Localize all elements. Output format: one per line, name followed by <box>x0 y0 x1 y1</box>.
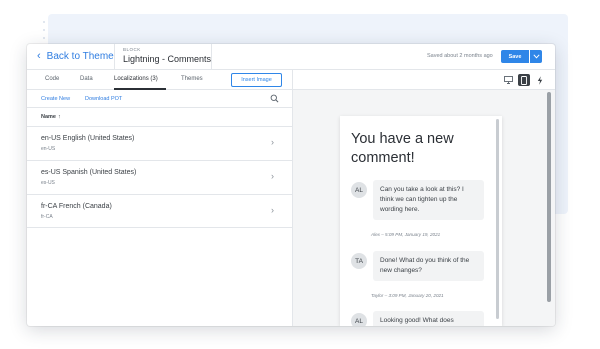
back-label: Back to Theme <box>46 50 114 62</box>
preview-scrollbar[interactable] <box>547 92 551 302</box>
tab-themes[interactable]: Themes <box>181 76 203 82</box>
insert-image-button[interactable]: Insert Image <box>231 73 282 87</box>
avatar: AL <box>351 182 367 198</box>
name-column-header[interactable]: Name ↑ <box>41 114 61 120</box>
localization-name: en-US English (United States) <box>41 135 135 142</box>
desktop-view-button[interactable] <box>502 74 514 86</box>
avatar: TA <box>351 253 367 269</box>
phone-icon <box>521 75 527 85</box>
localization-code: fr-CA <box>41 214 53 220</box>
comment-bubble: Done! What do you think of the new chang… <box>373 251 484 281</box>
list-item[interactable]: fr-CA French (Canada) fr-CA › <box>27 194 293 228</box>
saved-status: Saved about 2 months ago <box>427 53 493 59</box>
lightning-icon <box>537 75 543 85</box>
save-options-button[interactable] <box>530 50 542 63</box>
tab-code[interactable]: Code <box>45 76 59 82</box>
tab-bar: Code Data Localizations (3) Themes Inser… <box>27 70 293 90</box>
divider <box>211 44 212 70</box>
device-toolbar <box>293 70 555 90</box>
preview-panel: You have a new comment! AL Can you take … <box>293 70 555 326</box>
chevron-left-icon: ‹ <box>37 50 41 62</box>
column-header-label: Name <box>41 114 56 120</box>
page-title: Lightning - Comments <box>123 54 212 64</box>
left-panel: Code Data Localizations (3) Themes Inser… <box>27 70 297 326</box>
comment-bubble: Can you take a look at this? I think we … <box>373 180 484 220</box>
tab-data[interactable]: Data <box>80 76 93 82</box>
create-new-link[interactable]: Create New <box>41 96 70 102</box>
list-actions: Create New Download POT <box>27 90 293 108</box>
monitor-icon <box>503 76 513 84</box>
card-scrollbar[interactable] <box>496 119 499 319</box>
chevron-right-icon: › <box>271 205 274 215</box>
search-icon[interactable] <box>270 94 279 103</box>
block-eyebrow: BLOCK <box>123 47 141 52</box>
back-to-theme-link[interactable]: ‹ Back to Theme <box>37 50 114 62</box>
localization-list: en-US English (United States) en-US › es… <box>27 126 293 228</box>
sort-ascending-icon: ↑ <box>57 114 61 120</box>
editor-window: ‹ Back to Theme BLOCK Lightning - Commen… <box>27 44 555 326</box>
preview-heading: You have a new comment! <box>351 131 454 166</box>
localization-code: en-US <box>41 146 56 152</box>
avatar: AL <box>351 313 367 326</box>
save-button[interactable]: Save <box>501 50 529 63</box>
localization-name: fr-CA French (Canada) <box>41 203 112 210</box>
email-preview-card: You have a new comment! AL Can you take … <box>340 116 502 326</box>
list-item[interactable]: en-US English (United States) en-US › <box>27 126 293 160</box>
comment-bubble: Looking good! What does <box>373 311 484 326</box>
comment-meta: Taylor – 3:09 PM, January 20, 2021 <box>371 293 444 298</box>
localization-name: es-US Spanish (United States) <box>41 169 137 176</box>
email-view-button[interactable] <box>534 74 546 86</box>
download-pot-link[interactable]: Download POT <box>85 96 122 102</box>
page-title-block: BLOCK Lightning - Comments <box>123 47 211 64</box>
list-item[interactable]: es-US Spanish (United States) es-US › <box>27 160 293 194</box>
localization-code: es-US <box>41 180 55 186</box>
divider <box>114 44 115 70</box>
comment-meta: Alex – 5:09 PM, January 19, 2021 <box>371 232 441 237</box>
chevron-down-icon <box>532 54 540 59</box>
chevron-right-icon: › <box>271 137 274 147</box>
tab-localizations[interactable]: Localizations (3) <box>114 76 158 82</box>
chevron-right-icon: › <box>271 171 274 181</box>
top-bar: ‹ Back to Theme BLOCK Lightning - Commen… <box>27 44 555 70</box>
mobile-view-button[interactable] <box>518 74 530 86</box>
